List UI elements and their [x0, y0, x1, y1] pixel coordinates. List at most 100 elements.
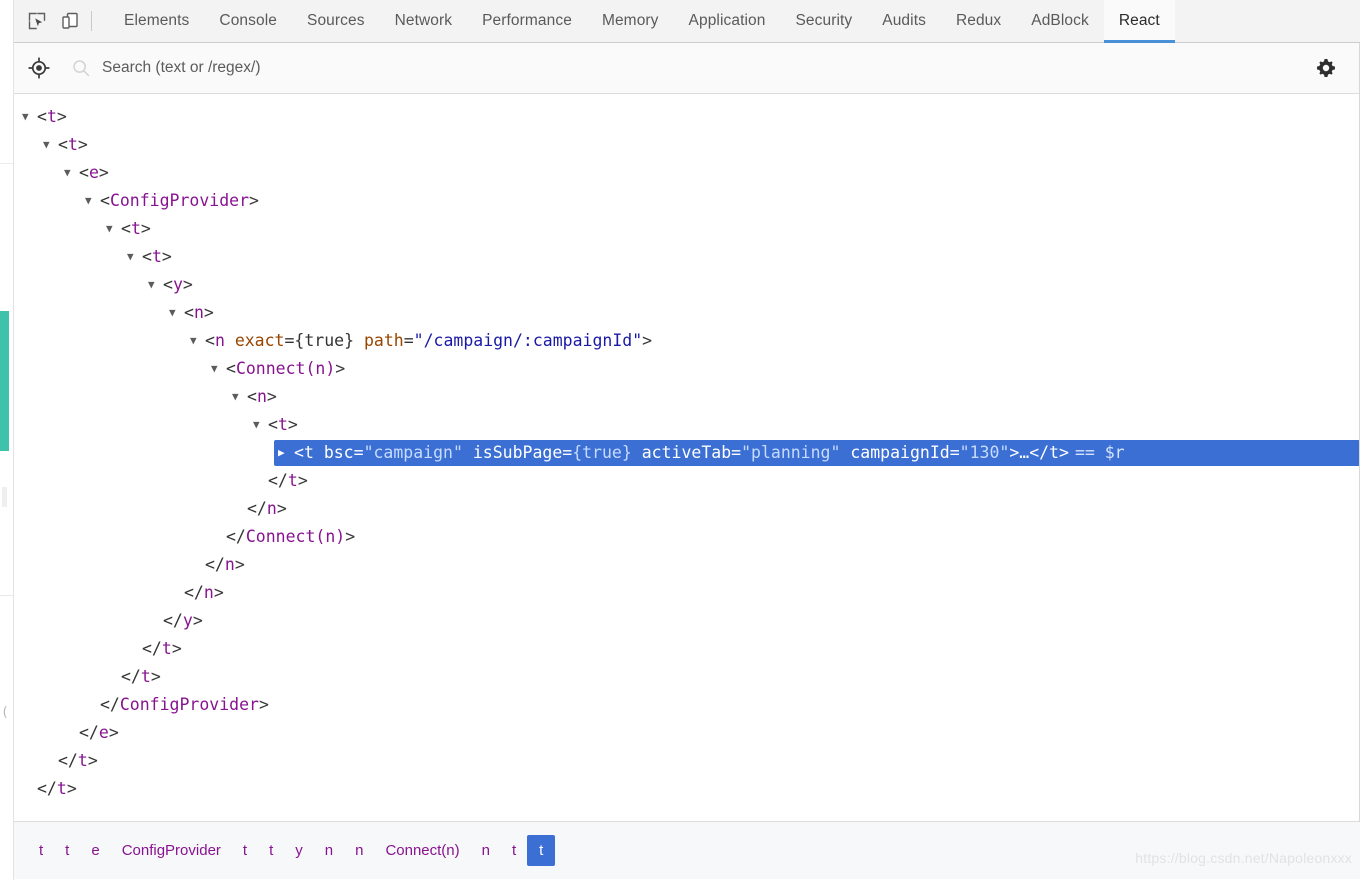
gear-icon[interactable]	[1304, 46, 1348, 90]
sliver-accent-bar	[0, 311, 9, 451]
tree-rows: <t> <t> <e> <ConfigProvider> <t> <t> <y> <n> <n …	[14, 94, 1360, 803]
tree-row[interactable]: </Connect(n)>	[14, 523, 1360, 551]
sliver-divider	[0, 595, 13, 596]
tree-row[interactable]: </t>	[14, 775, 1360, 803]
tree-row[interactable]: <y>	[14, 271, 1360, 299]
breadcrumb-item-7[interactable]: n	[314, 837, 344, 864]
tab-application[interactable]: Application	[674, 0, 781, 42]
chevron-down-icon[interactable]	[253, 411, 268, 439]
tree-row-selected[interactable]: <t bsc="campaign" isSubPage={true} activ…	[14, 439, 1360, 467]
breadcrumb-item-8[interactable]: n	[344, 837, 374, 864]
tree-row[interactable]: <t>	[14, 411, 1360, 439]
underlying-page-sliver: (	[0, 0, 14, 880]
tree-row-text: </ConfigProvider>	[100, 695, 269, 714]
tab-label: Network	[394, 12, 453, 29]
breadcrumb-item-5[interactable]: t	[258, 837, 284, 864]
tree-row[interactable]: </t>	[14, 663, 1360, 691]
tree-row-text: <ConfigProvider>	[100, 191, 259, 210]
react-search-row	[14, 43, 1360, 94]
chevron-down-icon[interactable]	[43, 131, 58, 159]
chevron-down-icon[interactable]	[22, 103, 37, 131]
tab-elements[interactable]: Elements	[109, 0, 204, 42]
breadcrumb-item-4[interactable]: t	[232, 837, 258, 864]
tab-adblock[interactable]: AdBlock	[1016, 0, 1104, 42]
tab-label: Sources	[307, 12, 365, 29]
breadcrumb-items: t t e ConfigProvider t t y n n Connect(n) n t t	[28, 835, 556, 866]
tab-sources[interactable]: Sources	[292, 0, 380, 42]
tree-row[interactable]: </n>	[14, 579, 1360, 607]
tree-row-text: <y>	[163, 275, 193, 294]
tab-label: Application	[688, 12, 766, 29]
tree-row-text: <t bsc="campaign" isSubPage={true} activ…	[294, 443, 1125, 462]
tree-row[interactable]: <t>	[14, 103, 1360, 131]
tree-row[interactable]: </ConfigProvider>	[14, 691, 1360, 719]
chevron-down-icon[interactable]	[85, 187, 100, 215]
tree-row[interactable]: </t>	[14, 635, 1360, 663]
tab-label: Performance	[482, 12, 572, 29]
breadcrumb-item-0[interactable]: t	[28, 837, 54, 864]
tree-row[interactable]: </e>	[14, 719, 1360, 747]
breadcrumb-item-11[interactable]: t	[501, 837, 527, 864]
chevron-down-icon[interactable]	[232, 383, 247, 411]
chevron-down-icon[interactable]	[211, 355, 226, 383]
tree-row-text: </n>	[184, 583, 224, 602]
tree-row[interactable]: <n exact={true} path="/campaign/:campaig…	[14, 327, 1360, 355]
selected-node-highlight[interactable]: <t bsc="campaign" isSubPage={true} activ…	[274, 440, 1360, 466]
tree-row-text: </t>	[58, 751, 98, 770]
tree-row[interactable]: <t>	[14, 215, 1360, 243]
breadcrumb-item-3[interactable]: ConfigProvider	[111, 837, 232, 864]
tab-security[interactable]: Security	[780, 0, 867, 42]
tab-performance[interactable]: Performance	[467, 0, 587, 42]
tree-row[interactable]: <ConfigProvider>	[14, 187, 1360, 215]
tab-network[interactable]: Network	[380, 0, 468, 42]
tree-row-text: </t>	[268, 471, 308, 490]
tab-label: React	[1118, 12, 1160, 29]
breadcrumb-item-2[interactable]: e	[80, 837, 110, 864]
chevron-down-icon[interactable]	[106, 215, 121, 243]
search-icon	[70, 57, 92, 79]
breadcrumb-item-10[interactable]: n	[471, 837, 501, 864]
react-component-tree[interactable]: <t> <t> <e> <ConfigProvider> <t> <t> <y> <n> <n …	[14, 94, 1360, 821]
tree-row[interactable]: </t>	[14, 467, 1360, 495]
tree-row-text: <n exact={true} path="/campaign/:campaig…	[205, 331, 653, 350]
tree-row[interactable]: <n>	[14, 299, 1360, 327]
chevron-down-icon[interactable]	[169, 299, 184, 327]
tab-label: AdBlock	[1031, 12, 1089, 29]
tree-row[interactable]: </y>	[14, 607, 1360, 635]
tree-row[interactable]: </n>	[14, 495, 1360, 523]
breadcrumb-item-1[interactable]: t	[54, 837, 80, 864]
search-input[interactable]	[102, 59, 1304, 77]
tree-row[interactable]: <e>	[14, 159, 1360, 187]
devtools-panel: Elements Console Sources Network Perform…	[14, 0, 1360, 880]
breadcrumb-item-12[interactable]: t	[527, 835, 556, 866]
tree-row[interactable]: <Connect(n)>	[14, 355, 1360, 383]
chevron-down-icon[interactable]	[127, 243, 142, 271]
tab-label: Elements	[124, 12, 190, 29]
tab-console[interactable]: Console	[204, 0, 292, 42]
devtools-tabstrip: Elements Console Sources Network Perform…	[14, 0, 1360, 43]
tree-row[interactable]: </t>	[14, 747, 1360, 775]
device-toolbar-icon[interactable]	[56, 8, 84, 35]
tree-row[interactable]: <n>	[14, 383, 1360, 411]
breadcrumb-item-9[interactable]: Connect(n)	[374, 837, 470, 864]
chevron-down-icon[interactable]	[148, 271, 163, 299]
inspect-cursor-icon[interactable]	[23, 8, 51, 35]
tree-row[interactable]: <t>	[14, 131, 1360, 159]
tree-row[interactable]: </n>	[14, 551, 1360, 579]
tab-redux[interactable]: Redux	[941, 0, 1016, 42]
tree-row-text: </Connect(n)>	[226, 527, 356, 546]
tab-audits[interactable]: Audits	[867, 0, 941, 42]
chevron-right-icon[interactable]	[278, 439, 294, 467]
toolbar-separator	[91, 11, 92, 31]
tab-memory[interactable]: Memory	[587, 0, 674, 42]
tree-row-text: </n>	[247, 499, 287, 518]
tab-react[interactable]: React	[1103, 0, 1175, 43]
tree-row[interactable]: <t>	[14, 243, 1360, 271]
chevron-down-icon[interactable]	[64, 159, 79, 187]
chevron-down-icon[interactable]	[190, 327, 205, 355]
tree-row-text: </t>	[142, 639, 182, 658]
tree-row-text: </t>	[37, 779, 77, 798]
breadcrumb-item-6[interactable]: y	[284, 837, 314, 864]
tab-label: Memory	[601, 12, 659, 29]
crosshair-target-icon[interactable]	[22, 51, 56, 85]
